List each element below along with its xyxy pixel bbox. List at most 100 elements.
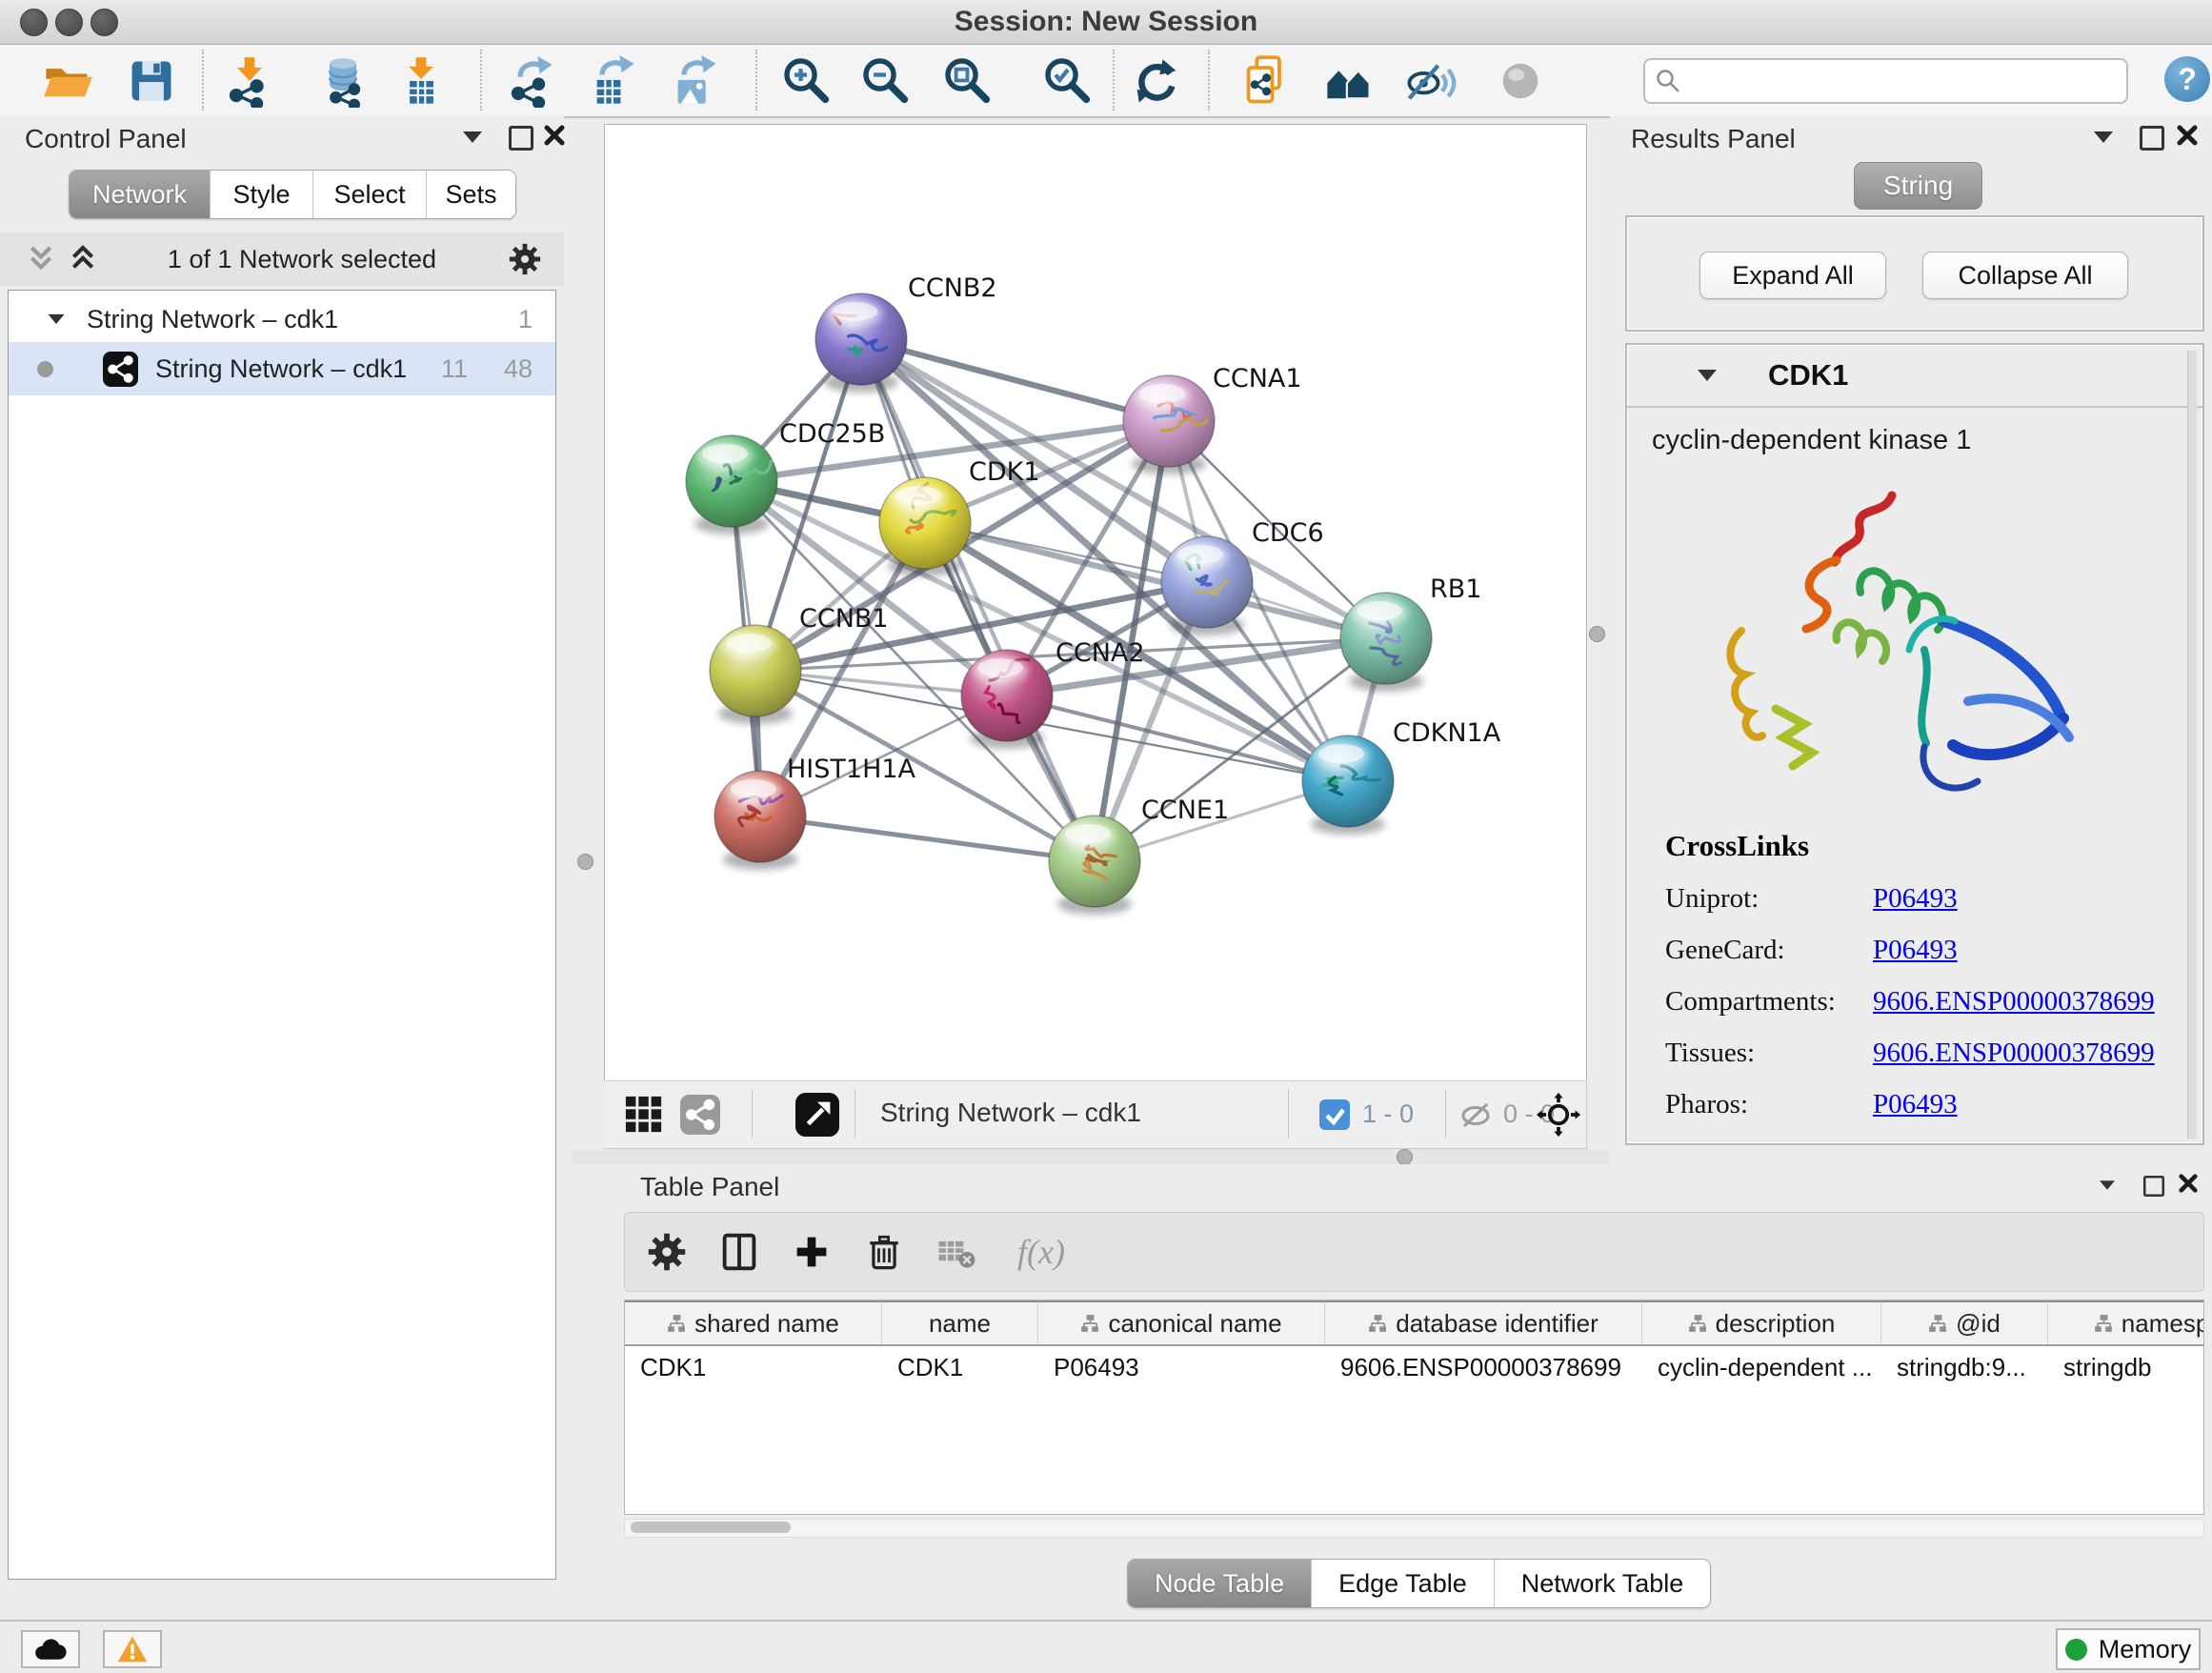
export-image-button[interactable] <box>667 51 726 111</box>
column-header--id[interactable]: @id <box>1881 1302 2048 1344</box>
columns-icon <box>715 1228 763 1276</box>
status-bar: Memory <box>0 1620 2212 1673</box>
memory-button[interactable]: Memory <box>2056 1628 2201 1670</box>
crosslink-value-link[interactable]: 9606.ENSP00000378699 <box>1873 986 2155 1018</box>
network-edge-count: 48 <box>504 354 533 384</box>
panel-menu-caret-icon[interactable] <box>2094 131 2113 143</box>
help-button[interactable]: ? <box>2164 56 2210 102</box>
share-document-button[interactable] <box>1237 51 1297 111</box>
results-panel-title: Results Panel <box>1631 124 1796 154</box>
home-button[interactable] <box>1319 51 1378 111</box>
network-collection-row[interactable]: String Network – cdk1 1 <box>9 296 555 342</box>
column-header-database-identifier[interactable]: database identifier <box>1325 1302 1642 1344</box>
selected-checkbox-icon[interactable] <box>1319 1099 1350 1130</box>
delete-column-button[interactable] <box>854 1221 915 1282</box>
right-splitter-handle[interactable] <box>1589 626 1605 642</box>
table-scrollbar-handle[interactable] <box>631 1522 791 1533</box>
search-input[interactable] <box>1689 62 2122 98</box>
network-edge[interactable] <box>760 816 1095 861</box>
gear-icon <box>643 1228 691 1276</box>
column-header-label: @id <box>1956 1309 2001 1339</box>
panel-close-icon[interactable] <box>2176 124 2199 147</box>
add-column-button[interactable] <box>781 1221 842 1282</box>
network-node-hist1h1a[interactable]: HIST1H1A <box>714 755 916 870</box>
save-session-button[interactable] <box>122 51 181 111</box>
tab-network[interactable]: Network <box>70 171 211 218</box>
collapse-all-chevrons-icon[interactable] <box>25 242 57 276</box>
refresh-button[interactable] <box>1126 51 1185 111</box>
column-header-canonical-name[interactable]: canonical name <box>1038 1302 1325 1344</box>
panel-close-icon[interactable] <box>543 124 566 147</box>
show-columns-button[interactable] <box>709 1221 770 1282</box>
cloud-status-button[interactable] <box>21 1630 80 1668</box>
grid-view-icon[interactable] <box>624 1095 664 1135</box>
column-header-shared-name[interactable]: shared name <box>625 1302 882 1344</box>
tab-sets[interactable]: Sets <box>427 171 515 218</box>
panel-close-icon[interactable] <box>2178 1173 2199 1194</box>
network-node-ccne1[interactable]: CCNE1 <box>1049 796 1229 915</box>
node-label-cdkn1a: CDKN1A <box>1393 718 1501 748</box>
import-table-button[interactable] <box>392 51 451 111</box>
panel-float-icon[interactable] <box>2143 1176 2164 1197</box>
zoom-out-button[interactable] <box>856 51 915 111</box>
birds-eye-view-icon[interactable] <box>795 1093 839 1137</box>
save-icon <box>125 54 178 108</box>
table-settings-button[interactable] <box>636 1221 697 1282</box>
network-node-ccna1[interactable]: CCNA1 <box>1123 364 1302 474</box>
string-view-icon[interactable] <box>680 1095 720 1135</box>
zoom-out-icon <box>859 54 913 108</box>
results-scrollbar[interactable] <box>2187 351 2197 1139</box>
crosslink-value-link[interactable]: 9606.ENSP00000378699 <box>1873 1038 2155 1069</box>
import-network-button[interactable] <box>220 51 279 111</box>
export-table-button[interactable] <box>585 51 644 111</box>
network-graph[interactable]: CCNB2CCNA1CDC25BCDK1CDC6RB1CCNB1CCNA2CDK… <box>605 125 1586 1080</box>
tab-edge-table[interactable]: Edge Table <box>1312 1560 1495 1607</box>
zoom-selected-button[interactable] <box>1038 51 1097 111</box>
gear-icon[interactable] <box>505 239 545 279</box>
zoom-fit-button[interactable] <box>938 51 997 111</box>
node-label-hist1h1a: HIST1H1A <box>787 755 916 784</box>
toolbar-separator <box>1445 1089 1446 1139</box>
delete-table-button <box>926 1221 987 1282</box>
column-header-name[interactable]: name <box>882 1302 1038 1344</box>
hidden-eye-slash-icon[interactable] <box>1459 1099 1492 1130</box>
tab-style[interactable]: Style <box>211 171 313 218</box>
collapse-all-button[interactable]: Collapse All <box>1922 252 2128 299</box>
hide-panels-button[interactable] <box>1401 51 1460 111</box>
tab-select[interactable]: Select <box>313 171 427 218</box>
network-node-cdkn1a[interactable]: CDKN1A <box>1302 718 1501 835</box>
column-header-namespace[interactable]: namespace <box>2048 1302 2204 1344</box>
tab-node-table[interactable]: Node Table <box>1128 1560 1312 1607</box>
expand-all-chevrons-icon[interactable] <box>67 242 99 276</box>
zoom-in-button[interactable] <box>777 51 836 111</box>
inspect-button[interactable] <box>1491 51 1550 111</box>
import-network-from-database-button[interactable] <box>313 51 372 111</box>
column-header-description[interactable]: description <box>1642 1302 1881 1344</box>
crosslink-value-link[interactable]: P06493 <box>1873 1089 1958 1120</box>
tab-network-table[interactable]: Network Table <box>1495 1560 1711 1607</box>
network-node-rb1[interactable]: RB1 <box>1340 574 1481 692</box>
panel-float-icon[interactable] <box>2140 126 2164 151</box>
panel-menu-caret-icon[interactable] <box>2100 1180 2115 1190</box>
network-row-selected[interactable]: String Network – cdk1 11 48 <box>9 342 555 395</box>
table-cell: CDK1 <box>882 1346 1038 1388</box>
open-session-button[interactable] <box>38 51 97 111</box>
toolbar-separator <box>1208 50 1210 111</box>
network-canvas[interactable]: CCNB2CCNA1CDC25BCDK1CDC6RB1CCNB1CCNA2CDK… <box>604 124 1587 1081</box>
export-network-button[interactable] <box>503 51 562 111</box>
tree-expand-caret-icon[interactable] <box>49 314 65 324</box>
crosslink-value-link[interactable]: P06493 <box>1873 883 1958 915</box>
expand-all-button[interactable]: Expand All <box>1699 252 1886 299</box>
horizontal-splitter-handle[interactable] <box>1397 1149 1413 1165</box>
crosslink-value-link[interactable]: P06493 <box>1873 935 1958 966</box>
panel-float-icon[interactable] <box>509 126 533 151</box>
pan-crosshair-icon[interactable] <box>1536 1092 1581 1138</box>
left-splitter-handle[interactable] <box>577 854 593 870</box>
warnings-button[interactable] <box>103 1630 162 1668</box>
node-label-cdc6: CDC6 <box>1252 518 1324 548</box>
results-tab-string[interactable]: String <box>1854 162 1982 210</box>
cdk1-collapse-caret-icon[interactable] <box>1698 370 1717 381</box>
protein-structure-image <box>1684 469 2113 821</box>
control-panel: Control Panel Network Style Select Sets … <box>0 116 564 1620</box>
panel-menu-caret-icon[interactable] <box>463 131 482 143</box>
